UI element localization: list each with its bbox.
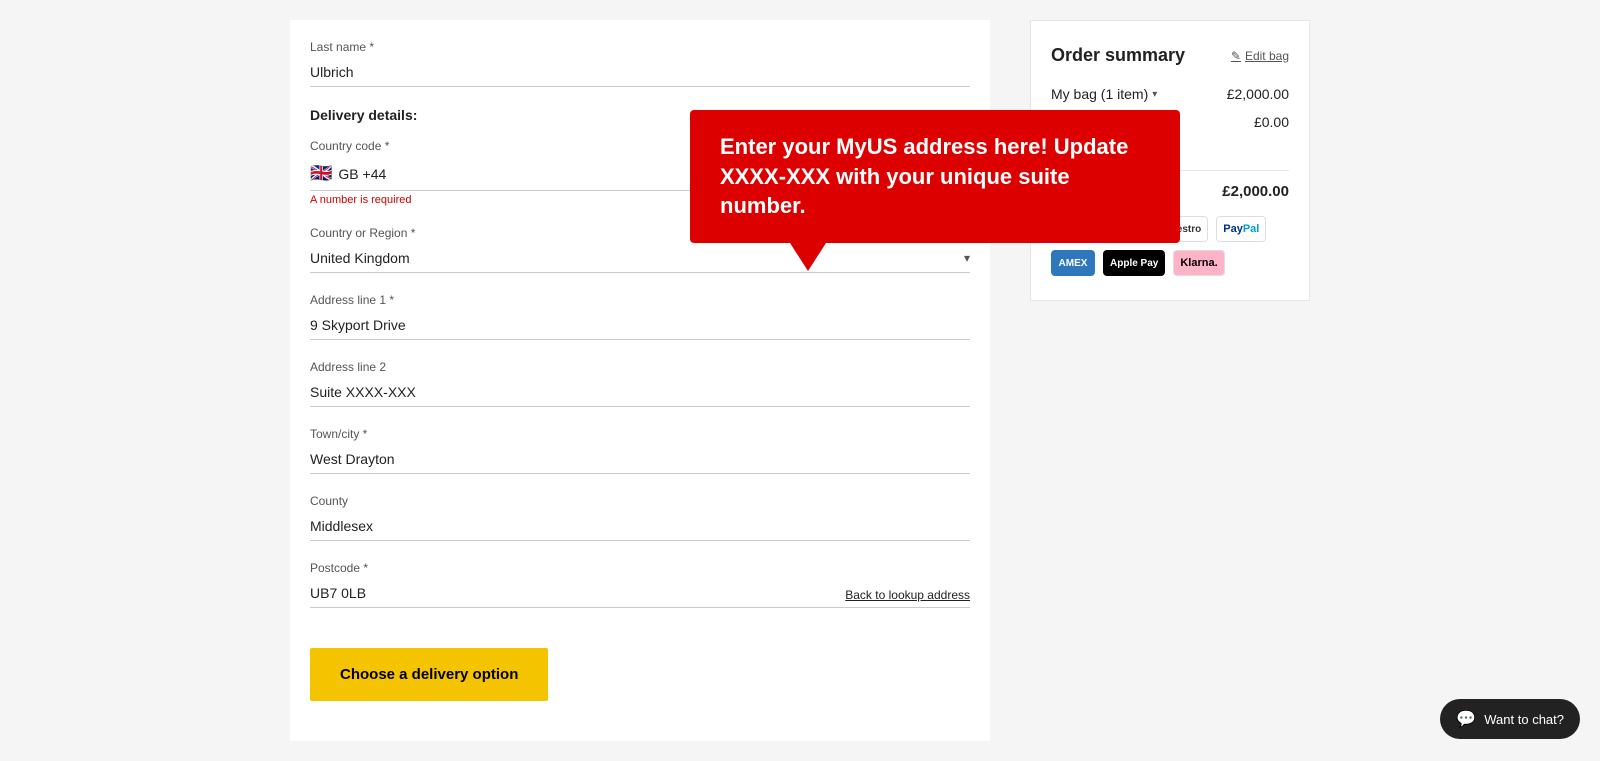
total-price: £2,000.00 <box>1222 183 1289 200</box>
last-name-label: Last name * <box>310 40 970 54</box>
summary-header: Order summary ✎ Edit bag <box>1051 45 1289 66</box>
bag-chevron-icon: ▾ <box>1152 89 1157 100</box>
country-region-select[interactable]: United Kingdom <box>310 250 970 266</box>
tooltip-line1: Enter your MyUS address here! Update <box>720 134 1128 159</box>
bag-label: My bag (1 item) ▾ <box>1051 86 1157 102</box>
edit-bag-label: Edit bag <box>1245 49 1289 63</box>
town-label: Town/city * <box>310 427 970 441</box>
back-to-lookup-link[interactable]: Back to lookup address <box>845 588 970 602</box>
address1-field: Address line 1 * <box>310 293 970 340</box>
postcode-field: Postcode * Back to lookup address <box>310 561 970 608</box>
town-field: Town/city * <box>310 427 970 474</box>
chat-label: Want to chat? <box>1484 712 1564 727</box>
country-code-text: GB +44 <box>338 166 386 182</box>
amex-icon: AMEX <box>1051 250 1095 276</box>
chat-bubble-icon: 💬 <box>1456 709 1476 729</box>
applepay-icon: Apple Pay <box>1103 250 1165 276</box>
address2-input[interactable] <box>310 378 970 407</box>
country-region-select-wrapper[interactable]: United Kingdom ▾ <box>310 244 970 273</box>
address2-label: Address line 2 <box>310 360 970 374</box>
summary-title: Order summary <box>1051 45 1185 66</box>
edit-icon: ✎ <box>1231 49 1241 63</box>
gb-flag-icon: 🇬🇧 <box>310 163 332 184</box>
choose-delivery-button[interactable]: Choose a delivery option <box>310 648 548 701</box>
last-name-field: Last name * <box>310 40 970 87</box>
last-name-input[interactable] <box>310 58 970 87</box>
bag-row: My bag (1 item) ▾ £2,000.00 <box>1051 86 1289 102</box>
delivery-price: £0.00 <box>1254 114 1289 130</box>
county-field: County <box>310 494 970 541</box>
bag-price: £2,000.00 <box>1227 86 1289 102</box>
checkout-form: Last name * Delivery details: Enter your… <box>290 20 990 741</box>
my-bag-text: My bag (1 item) <box>1051 86 1148 102</box>
paypal-icon: PayPal <box>1216 216 1266 242</box>
tooltip-line2: XXXX-XXX with your unique suite number. <box>720 164 1070 219</box>
address1-input[interactable] <box>310 311 970 340</box>
postcode-label: Postcode * <box>310 561 970 575</box>
chat-widget[interactable]: 💬 Want to chat? <box>1440 699 1580 739</box>
county-input[interactable] <box>310 512 970 541</box>
address2-field: Address line 2 <box>310 360 970 407</box>
klarna-icon: Klarna. <box>1173 250 1224 276</box>
edit-bag-link[interactable]: ✎ Edit bag <box>1231 49 1289 63</box>
tooltip-bubble: Enter your MyUS address here! Update XXX… <box>690 110 1180 243</box>
address1-label: Address line 1 * <box>310 293 970 307</box>
town-input[interactable] <box>310 445 970 474</box>
county-label: County <box>310 494 970 508</box>
